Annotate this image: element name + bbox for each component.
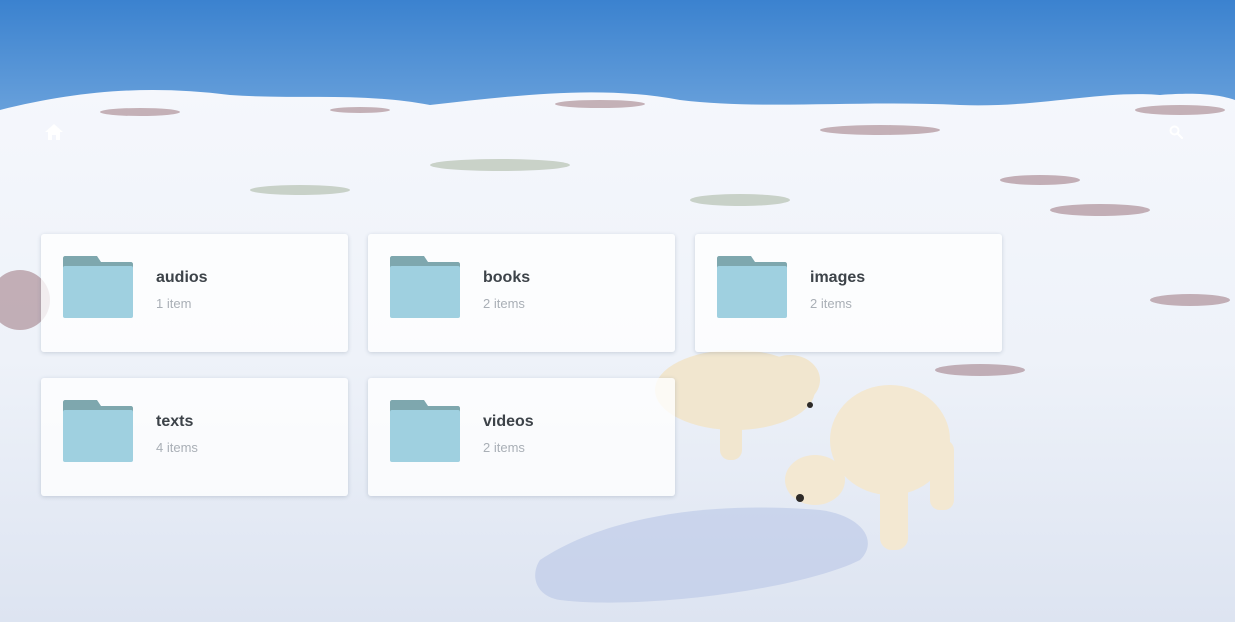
home-icon <box>45 124 63 140</box>
folder-name: books <box>483 269 531 286</box>
folder-item-count: 2 items <box>810 296 852 311</box>
folder-item-count: 2 items <box>483 440 525 455</box>
folder-icon <box>63 256 133 318</box>
folder-icon <box>390 256 460 318</box>
folder-icon <box>390 400 460 462</box>
folder-icon <box>717 256 787 318</box>
folder-name: audios <box>156 269 208 286</box>
folder-name: texts <box>156 413 194 430</box>
folder-card-videos[interactable]: videos 2 items <box>368 378 675 496</box>
folder-card-books[interactable]: books 2 items <box>368 234 675 352</box>
folder-item-count: 4 items <box>156 440 198 455</box>
folder-name: images <box>810 269 866 286</box>
folder-item-count: 1 item <box>156 296 192 311</box>
folder-card-texts[interactable]: texts 4 items <box>41 378 348 496</box>
desktop-background: audios 1 item books 2 items images 2 ite… <box>0 0 1235 622</box>
folder-name: videos <box>483 413 534 430</box>
home-button[interactable] <box>40 120 68 144</box>
folder-card-audios[interactable]: audios 1 item <box>41 234 348 352</box>
search-button[interactable] <box>1163 121 1189 143</box>
top-toolbar <box>0 110 1235 152</box>
search-icon <box>1169 125 1183 139</box>
folder-card-images[interactable]: images 2 items <box>695 234 1002 352</box>
folder-item-count: 2 items <box>483 296 525 311</box>
folder-icon <box>63 400 133 462</box>
